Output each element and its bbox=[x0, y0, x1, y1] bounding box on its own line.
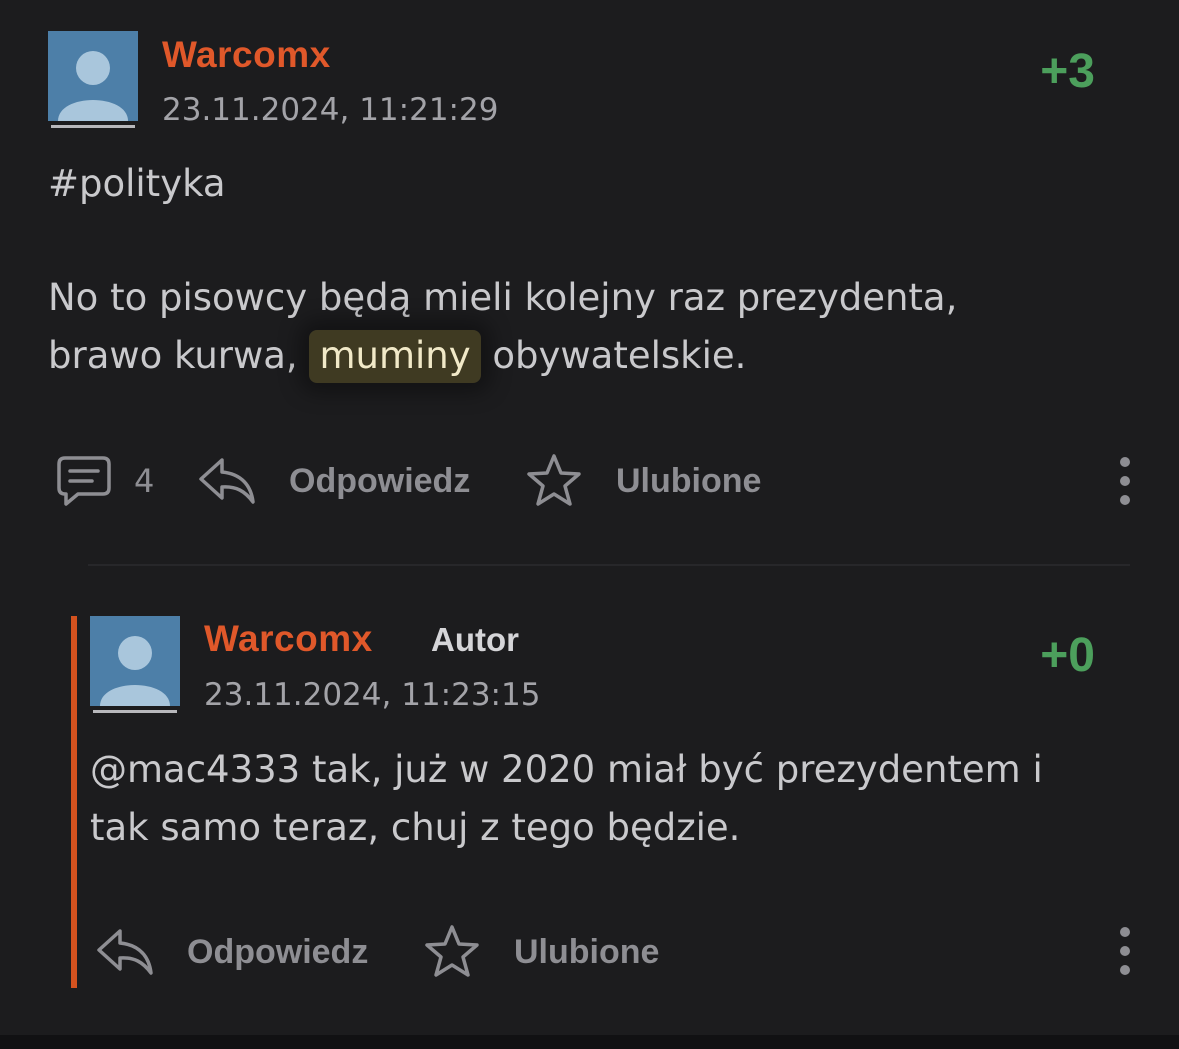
reply-button[interactable]: Odpowiedz bbox=[198, 456, 470, 506]
comments-button[interactable]: 4 bbox=[56, 454, 154, 508]
reply-username[interactable]: Warcomx bbox=[204, 618, 373, 660]
more-vertical-icon bbox=[1120, 927, 1130, 975]
bottom-bar bbox=[0, 1035, 1179, 1049]
reply-arrow-icon bbox=[199, 458, 255, 504]
hashtag[interactable]: #polityka bbox=[48, 155, 226, 213]
more-vertical-icon bbox=[1120, 457, 1130, 505]
reply-avatar[interactable] bbox=[90, 616, 180, 713]
reply-timestamp: 23.11.2024, 11:23:15 bbox=[204, 677, 541, 713]
post-body: No to pisowcy będą mieli kolejny raz pre… bbox=[48, 269, 957, 385]
reply-favorite-button[interactable]: Ulubione bbox=[423, 923, 659, 981]
reply-reply-button[interactable]: Odpowiedz bbox=[96, 927, 368, 977]
more-options-button[interactable] bbox=[1115, 455, 1135, 509]
reply-favorite-label: Ulubione bbox=[514, 932, 660, 971]
avatar[interactable] bbox=[48, 31, 138, 128]
reply-body-line-2: tak samo teraz, chuj z tego będzie. bbox=[90, 806, 741, 849]
avatar-placeholder-icon bbox=[48, 31, 138, 128]
highlighted-word[interactable]: muminy bbox=[309, 330, 481, 383]
favorite-button[interactable]: Ulubione bbox=[525, 452, 761, 510]
post-body-text-before: brawo kurwa, bbox=[48, 334, 310, 377]
reply-vote-score[interactable]: +0 bbox=[975, 628, 1095, 683]
favorite-label: Ulubione bbox=[616, 461, 762, 500]
comment-thread: Warcomx 23.11.2024, 11:21:29 +3 #polityk… bbox=[0, 0, 1179, 1049]
divider bbox=[88, 564, 1130, 566]
reply-reply-label: Odpowiedz bbox=[187, 932, 369, 971]
comments-count: 4 bbox=[134, 462, 155, 500]
vote-score[interactable]: +3 bbox=[975, 44, 1095, 99]
reply-body-line-1: @mac4333 tak, już w 2020 miał być prezyd… bbox=[90, 748, 1043, 791]
username[interactable]: Warcomx bbox=[162, 34, 331, 76]
reply-indent-bar bbox=[71, 616, 77, 988]
star-icon bbox=[425, 925, 479, 977]
reply-arrow-icon bbox=[97, 929, 153, 975]
comment-icon bbox=[57, 456, 111, 506]
reply-body: @mac4333 tak, już w 2020 miał być prezyd… bbox=[90, 741, 1043, 857]
avatar-placeholder-icon bbox=[90, 616, 180, 713]
star-icon bbox=[527, 454, 581, 506]
post-body-line-2: brawo kurwa, muminy obywatelskie. bbox=[48, 327, 957, 385]
timestamp: 23.11.2024, 11:21:29 bbox=[162, 92, 499, 128]
hashtag-label[interactable]: #polityka bbox=[48, 162, 226, 205]
reply-more-options-button[interactable] bbox=[1115, 925, 1135, 979]
author-badge: Autor bbox=[431, 621, 519, 658]
reply-label: Odpowiedz bbox=[289, 461, 471, 500]
post-body-text-after: obywatelskie. bbox=[480, 334, 747, 377]
post-body-line-1: No to pisowcy będą mieli kolejny raz pre… bbox=[48, 276, 958, 319]
